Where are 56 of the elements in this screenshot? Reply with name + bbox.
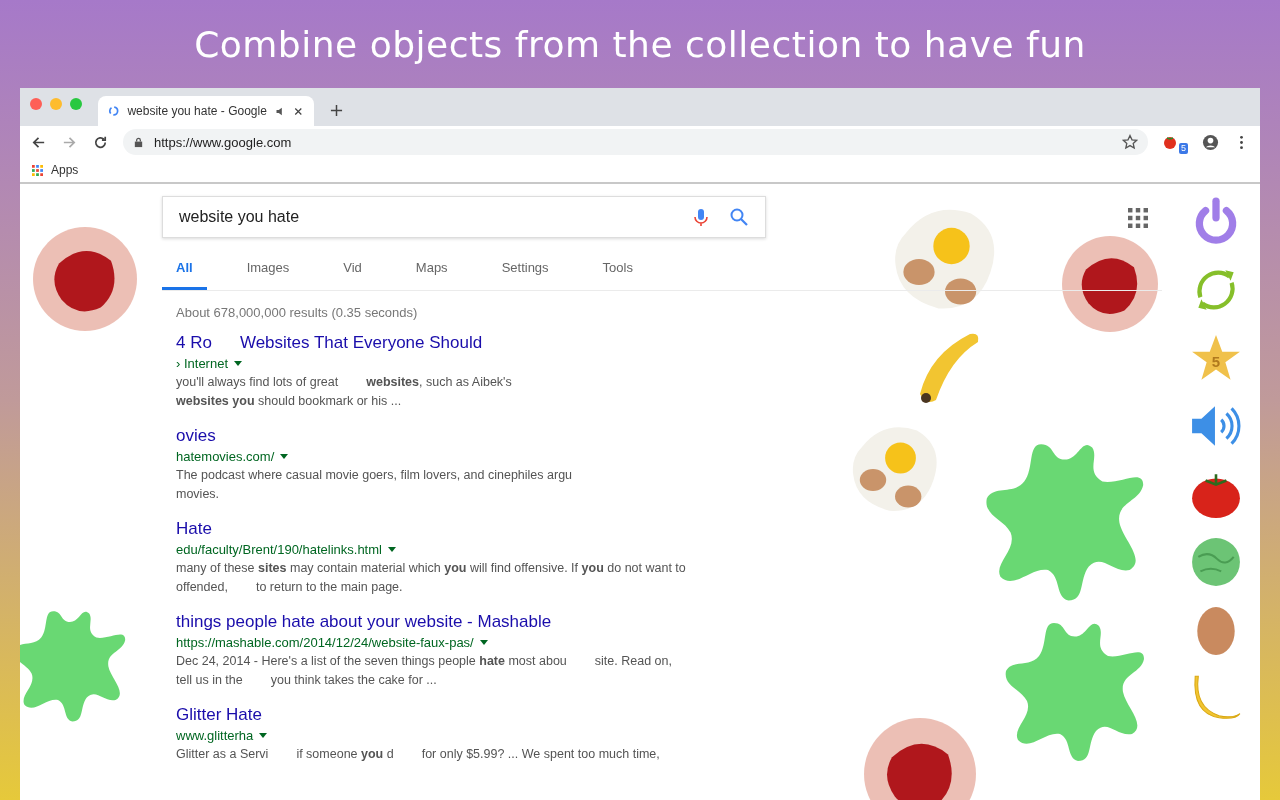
result-snippet: many of these sites may contain material which you will find offensive. If you do not want to [176, 560, 686, 577]
caret-icon[interactable] [387, 547, 396, 552]
search-tab[interactable]: Images [232, 252, 304, 290]
apps-grid-icon[interactable] [1128, 208, 1148, 228]
caret-icon[interactable] [280, 454, 289, 459]
result-title-link[interactable]: Hate [176, 518, 212, 540]
extension-button[interactable]: 5 [1162, 130, 1188, 154]
result-snippet: to return to the main page. [255, 579, 403, 596]
apps-grid-icon [32, 164, 43, 176]
result-snippet: offended, [176, 579, 228, 596]
tab-title: website you hate - Google [127, 104, 267, 118]
tomato-icon [1162, 134, 1178, 150]
result-snippet: movies. [176, 486, 220, 503]
result-snippet: tell us in the [176, 672, 243, 689]
ball-icon[interactable] [1190, 536, 1242, 588]
search-tab[interactable]: Tools [588, 252, 647, 290]
extension-badge: 5 [1179, 143, 1188, 154]
result-snippet: you'll always find lots of great [176, 374, 339, 391]
lock-icon [133, 136, 144, 148]
result-snippet: websites you should bookmark or his ... [176, 393, 402, 410]
result-snippet: you think takes the cake for ... [270, 672, 437, 689]
headline: Combine objects from the collection to have fun [193, 22, 1087, 67]
result-title-link[interactable]: Glitter Hate [176, 704, 262, 726]
result-url: https://mashable.com/2014/12/24/website-faux-pas/ [176, 634, 474, 652]
result-snippet: if someone you d [296, 746, 394, 763]
result-snippet: for only $5.99? ... We spent too much time, [421, 746, 660, 763]
result-title-link[interactable]: things people hate about your website - Mashable [176, 611, 552, 633]
results-count: About 678,000,000 results (0.35 seconds) [176, 305, 419, 320]
result-title-link[interactable]: Websites That Everyone Should [239, 332, 483, 354]
search-tab[interactable]: All [162, 252, 207, 290]
apps-bookmark[interactable]: Apps [32, 163, 79, 177]
new-tab-icon[interactable] [330, 104, 343, 117]
result-url: edu/faculty/Brent/190/hatelinks.html [176, 541, 382, 559]
search-tab[interactable]: Maps [401, 252, 462, 290]
search-tab[interactable]: Vid [329, 252, 376, 290]
result-url: www.glitterha [176, 727, 254, 745]
result-snippet: The podcast where casual movie goers, film lovers, and cinephiles argu [176, 467, 573, 484]
bookmark-star-icon[interactable] [1122, 134, 1138, 150]
result-url: hatemovies.com/ [176, 448, 275, 466]
result-snippet: websites, such as Aibek's [366, 374, 512, 391]
browser-tab[interactable]: website you hate - Google [98, 96, 314, 126]
account-icon[interactable] [1202, 133, 1219, 151]
search-tab[interactable]: Settings [487, 252, 563, 290]
result-snippet: Dec 24, 2014 - Here's a list of the seven things people hate most abou [176, 653, 567, 670]
caret-icon[interactable] [259, 733, 268, 738]
caret-icon[interactable] [234, 361, 243, 366]
result-snippet: site. Read on, [594, 653, 672, 670]
microphone-icon[interactable] [691, 207, 711, 227]
result-snippet: Glitter as a Servi [176, 746, 269, 763]
search-icon[interactable] [729, 207, 749, 227]
caret-icon[interactable] [479, 640, 488, 645]
address-bar[interactable]: https://www.google.com [123, 129, 1148, 155]
result-url: › Internet [176, 355, 229, 373]
result-title-link[interactable]: 4 Ro [176, 332, 212, 354]
result-title-link[interactable]: ovies [176, 425, 216, 447]
search-field[interactable]: website you hate [162, 196, 766, 238]
